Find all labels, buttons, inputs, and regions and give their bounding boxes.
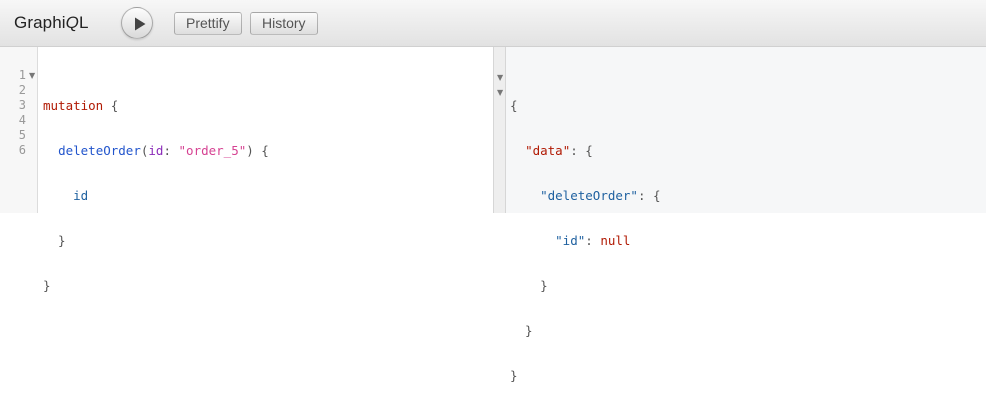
- code-line: }: [43, 278, 269, 293]
- play-icon: [135, 17, 146, 31]
- line-number: 4: [18, 113, 26, 127]
- punctuation-token: : {: [637, 188, 661, 203]
- punctuation-token: {: [510, 98, 518, 113]
- fold-toggle-icon[interactable]: ▼: [497, 70, 503, 85]
- json-key-token: "data": [525, 143, 571, 158]
- punctuation-token: }: [43, 278, 51, 293]
- punctuation-token: {: [103, 98, 119, 113]
- prettify-button[interactable]: Prettify: [174, 12, 242, 35]
- punctuation-token: }: [510, 278, 548, 293]
- result-line: {: [510, 98, 661, 113]
- code-line: }: [43, 233, 269, 248]
- execute-query-button[interactable]: [121, 7, 153, 39]
- query-code[interactable]: mutation { deleteOrder(id: "order_5") { …: [43, 68, 269, 368]
- result-line: "id": null: [510, 233, 661, 248]
- line-number: 1: [18, 68, 26, 82]
- toolbar: GraphiQL Prettify History: [0, 0, 986, 47]
- string-token: "order_5": [178, 143, 247, 158]
- argument-token: id: [148, 143, 164, 158]
- pane-resize-handle[interactable]: ▼ ▼: [493, 47, 506, 213]
- punctuation-token: : {: [570, 143, 593, 158]
- result-line: }: [510, 368, 661, 383]
- app-title: GraphiQL: [14, 13, 89, 33]
- result-line: }: [510, 323, 661, 338]
- title-italic: Q: [65, 13, 79, 32]
- json-key-token: "deleteOrder": [540, 188, 638, 203]
- punctuation-token: }: [43, 233, 66, 248]
- result-viewer: { "data": { "deleteOrder": { "id": null …: [506, 47, 986, 383]
- line-number: 6: [18, 143, 26, 157]
- code-line: mutation {: [43, 98, 269, 113]
- line-number-gutter: 1 ▼ 2 3 4 5 6: [0, 47, 38, 213]
- title-suffix: L: [78, 13, 89, 32]
- title-prefix: Graphi: [14, 13, 66, 32]
- field-token: deleteOrder: [58, 143, 141, 158]
- fold-toggle-icon[interactable]: ▼: [497, 85, 503, 100]
- keyword-token: mutation: [43, 98, 104, 113]
- field-token: id: [73, 188, 89, 203]
- line-number: 5: [18, 128, 26, 142]
- history-button[interactable]: History: [250, 12, 318, 35]
- result-line: "deleteOrder": {: [510, 188, 661, 203]
- query-editor[interactable]: 1 ▼ 2 3 4 5 6 mutation { deleteOrder(id:…: [0, 47, 493, 293]
- code-line: deleteOrder(id: "order_5") {: [43, 143, 269, 158]
- line-number: 2: [18, 83, 26, 97]
- json-null-token: null: [600, 233, 631, 248]
- punctuation-token: :: [163, 143, 179, 158]
- line-number: 3: [18, 98, 26, 112]
- result-line: "data": {: [510, 143, 661, 158]
- punctuation-token: ) {: [246, 143, 269, 158]
- fold-toggle-icon[interactable]: ▼: [29, 68, 35, 83]
- result-code: { "data": { "deleteOrder": { "id": null …: [510, 68, 661, 413]
- json-key-token: "id": [555, 233, 586, 248]
- code-line: id: [43, 188, 269, 203]
- punctuation-token: }: [510, 323, 533, 338]
- result-line: }: [510, 278, 661, 293]
- punctuation-token: :: [585, 233, 601, 248]
- punctuation-token: }: [510, 368, 518, 383]
